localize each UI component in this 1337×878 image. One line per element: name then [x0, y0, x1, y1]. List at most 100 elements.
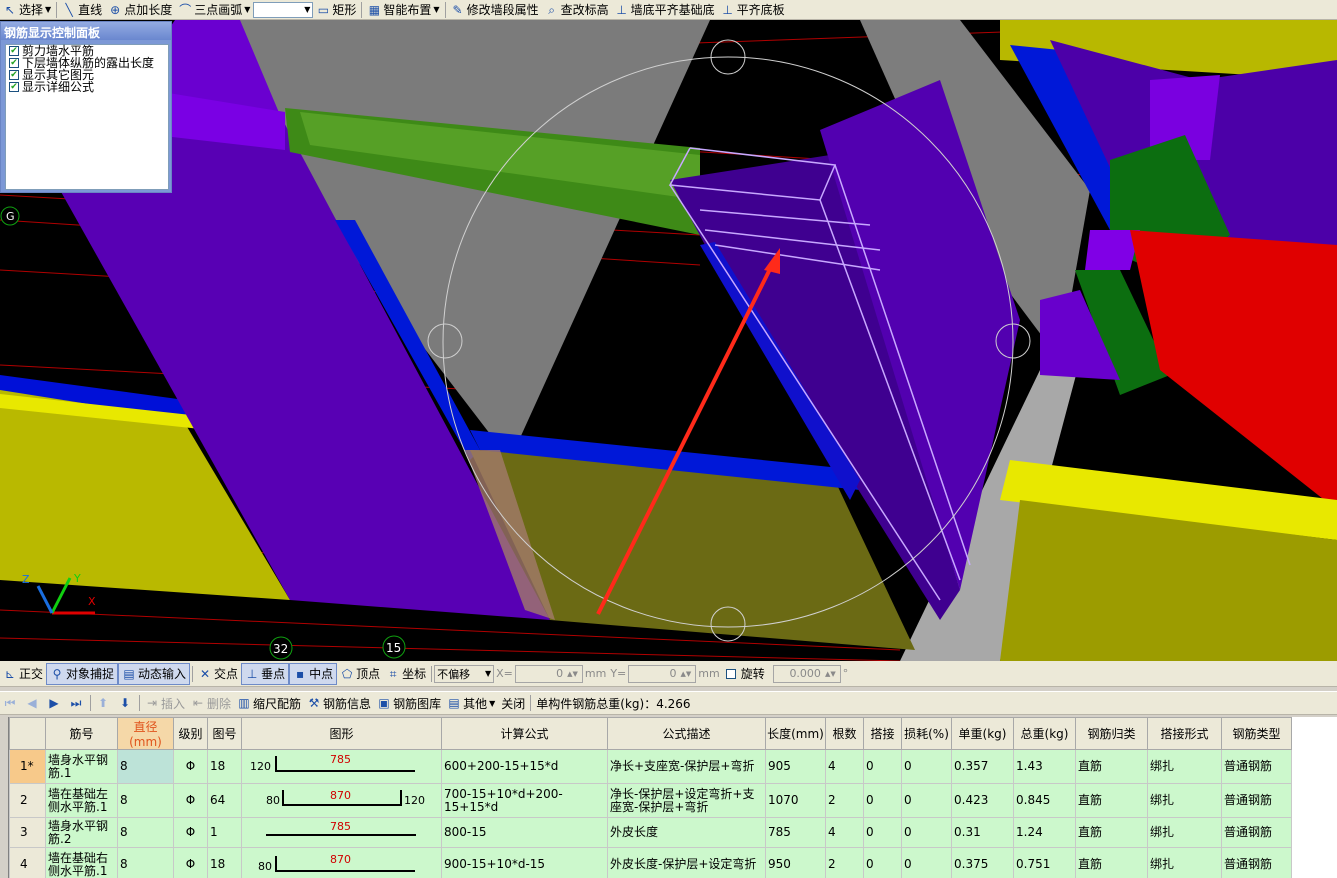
row-index[interactable]: 3 [9, 817, 46, 848]
cell-name[interactable]: 墙身水平钢筋.1 [45, 749, 118, 784]
cell-type[interactable]: 普通钢筋 [1221, 783, 1292, 818]
smart-layout-button[interactable]: ▦ 智能布置 ▼ [364, 0, 442, 19]
cell-figure[interactable]: 1 [207, 817, 242, 848]
header-formula-desc[interactable]: 公式描述 [607, 717, 766, 750]
first-record-button[interactable]: ⏮ [0, 693, 22, 713]
option-show-detail-formula[interactable]: ✔ 显示详细公式 [6, 81, 168, 93]
ortho-button[interactable]: ⊾ 正交 [0, 663, 46, 685]
arc-tool[interactable]: ⌒ 三点画弧 ▼ [175, 0, 253, 19]
arc-mode-select[interactable]: ▼ [253, 1, 314, 18]
cell-unit-weight[interactable]: 0.375 [951, 847, 1014, 878]
cell-lap-type[interactable]: 绑扎 [1147, 749, 1222, 784]
cell-diameter[interactable]: 8 [117, 847, 174, 878]
x-input[interactable]: 0 ▲▼ [514, 664, 583, 683]
header-length[interactable]: 长度(mm) [765, 717, 826, 750]
dynamic-input-button[interactable]: ▤ 动态输入 [118, 662, 191, 685]
cell-lap[interactable]: 0 [863, 749, 902, 784]
check-elevation-button[interactable]: ⌕ 查改标高 [542, 0, 612, 19]
cell-formula[interactable]: 900-15+10*d-15 [441, 847, 608, 878]
cell-shape[interactable]: 80 870 120 [241, 783, 442, 818]
cell-total-weight[interactable]: 0.751 [1013, 847, 1076, 878]
cell-shape[interactable]: 120 785 [241, 749, 442, 784]
cell-total-weight[interactable]: 0.845 [1013, 783, 1076, 818]
cell-category[interactable]: 直筋 [1075, 817, 1148, 848]
header-category[interactable]: 钢筋归类 [1075, 717, 1148, 750]
header-grade[interactable]: 级别 [173, 717, 208, 750]
cell-formula[interactable]: 700-15+10*d+200-15+15*d [441, 783, 608, 818]
checkbox-icon[interactable]: ✔ [9, 82, 19, 92]
cell-name[interactable]: 墙身水平钢筋.2 [45, 817, 118, 848]
header-count[interactable]: 根数 [825, 717, 864, 750]
cell-shape[interactable]: 80 870 [241, 847, 442, 878]
point-length-tool[interactable]: ⊕ 点加长度 [105, 0, 175, 19]
intersection-snap[interactable]: ✕ 交点 [195, 663, 241, 685]
move-up-button[interactable]: ⬆ [93, 693, 115, 713]
header-diameter[interactable]: 直径(mm) [117, 717, 174, 750]
checkbox-icon[interactable]: ✔ [9, 70, 19, 80]
perpendicular-snap[interactable]: ⊥ 垂点 [241, 662, 290, 685]
coordinate-snap[interactable]: ⌗ 坐标 [383, 663, 429, 685]
cell-count[interactable]: 2 [825, 847, 864, 878]
header-unit-weight[interactable]: 单重(kg) [951, 717, 1014, 750]
rotate-checkbox[interactable]: ✔ [725, 668, 736, 679]
rebar-library-button[interactable]: ▣ 钢筋图库 [374, 693, 444, 713]
table-row[interactable]: 1* 墙身水平钢筋.1 8 Φ 18 120 785 600+200-15+15… [9, 749, 1292, 784]
header-formula[interactable]: 计算公式 [441, 717, 608, 750]
cell-unit-weight[interactable]: 0.31 [951, 817, 1014, 848]
y-input[interactable]: 0 ▲▼ [628, 664, 697, 683]
header-bar-number[interactable]: 筋号 [45, 717, 118, 750]
cell-type[interactable]: 普通钢筋 [1221, 847, 1292, 878]
header-shape[interactable]: 图形 [241, 717, 442, 750]
cell-unit-weight[interactable]: 0.423 [951, 783, 1014, 818]
cell-length[interactable]: 1070 [765, 783, 826, 818]
cell-formula[interactable]: 600+200-15+15*d [441, 749, 608, 784]
cell-diameter[interactable]: 8 [117, 749, 174, 784]
cell-type[interactable]: 普通钢筋 [1221, 817, 1292, 848]
cell-count[interactable]: 4 [825, 817, 864, 848]
cell-lap-type[interactable]: 绑扎 [1147, 847, 1222, 878]
cell-type[interactable]: 普通钢筋 [1221, 749, 1292, 784]
cell-name[interactable]: 墙在基础左侧水平筋.1 [45, 783, 118, 818]
cell-grade[interactable]: Φ [173, 783, 208, 818]
midpoint-snap[interactable]: ▪ 中点 [289, 662, 338, 685]
last-record-button[interactable]: ⏭ [66, 693, 88, 713]
header-total-weight[interactable]: 总重(kg) [1013, 717, 1076, 750]
cell-desc[interactable]: 净长-保护层+设定弯折+支座宽-保护层+弯折 [607, 783, 766, 818]
cell-loss[interactable]: 0 [901, 783, 952, 818]
row-index[interactable]: 1* [9, 749, 46, 784]
cell-length[interactable]: 950 [765, 847, 826, 878]
table-row[interactable]: 4 墙在基础右侧水平筋.1 8 Φ 18 80 870 900-15+10*d-… [9, 847, 1292, 878]
close-button[interactable]: 关闭 [498, 693, 528, 713]
checkbox-icon[interactable]: ✔ [9, 58, 19, 68]
cell-length[interactable]: 905 [765, 749, 826, 784]
cell-count[interactable]: 4 [825, 749, 864, 784]
move-down-button[interactable]: ⬇ [115, 693, 137, 713]
offset-select[interactable]: 不偏移 ▼ [434, 664, 495, 683]
cell-desc[interactable]: 外皮长度 [607, 817, 766, 848]
header-rebar-type[interactable]: 钢筋类型 [1221, 717, 1292, 750]
cell-count[interactable]: 2 [825, 783, 864, 818]
cell-figure[interactable]: 18 [207, 847, 242, 878]
cell-diameter[interactable]: 8 [117, 783, 174, 818]
cell-shape[interactable]: 785 [241, 817, 442, 848]
cell-loss[interactable]: 0 [901, 847, 952, 878]
header-loss[interactable]: 损耗(%) [901, 717, 952, 750]
cell-grade[interactable]: Φ [173, 847, 208, 878]
table-row[interactable]: 2 墙在基础左侧水平筋.1 8 Φ 64 80 870 120 700-15+1… [9, 783, 1292, 818]
cell-grade[interactable]: Φ [173, 817, 208, 848]
cell-lap[interactable]: 0 [863, 783, 902, 818]
cell-category[interactable]: 直筋 [1075, 847, 1148, 878]
cell-figure[interactable]: 64 [207, 783, 242, 818]
checkbox-icon[interactable]: ✔ [9, 46, 19, 56]
scale-rebar-button[interactable]: ▥ 缩尺配筋 [234, 693, 304, 713]
cell-desc[interactable]: 外皮长度-保护层+设定弯折 [607, 847, 766, 878]
cell-grade[interactable]: Φ [173, 749, 208, 784]
cell-formula[interactable]: 800-15 [441, 817, 608, 848]
cell-length[interactable]: 785 [765, 817, 826, 848]
other-menu-button[interactable]: ▤ 其他 ▼ [444, 693, 498, 713]
cell-category[interactable]: 直筋 [1075, 749, 1148, 784]
table-row[interactable]: 3 墙身水平钢筋.2 8 Φ 1 785 800-15 外皮长度 785 4 0… [9, 817, 1292, 848]
line-tool[interactable]: ╲ 直线 [59, 0, 105, 19]
cell-loss[interactable]: 0 [901, 749, 952, 784]
row-index[interactable]: 4 [9, 847, 46, 878]
